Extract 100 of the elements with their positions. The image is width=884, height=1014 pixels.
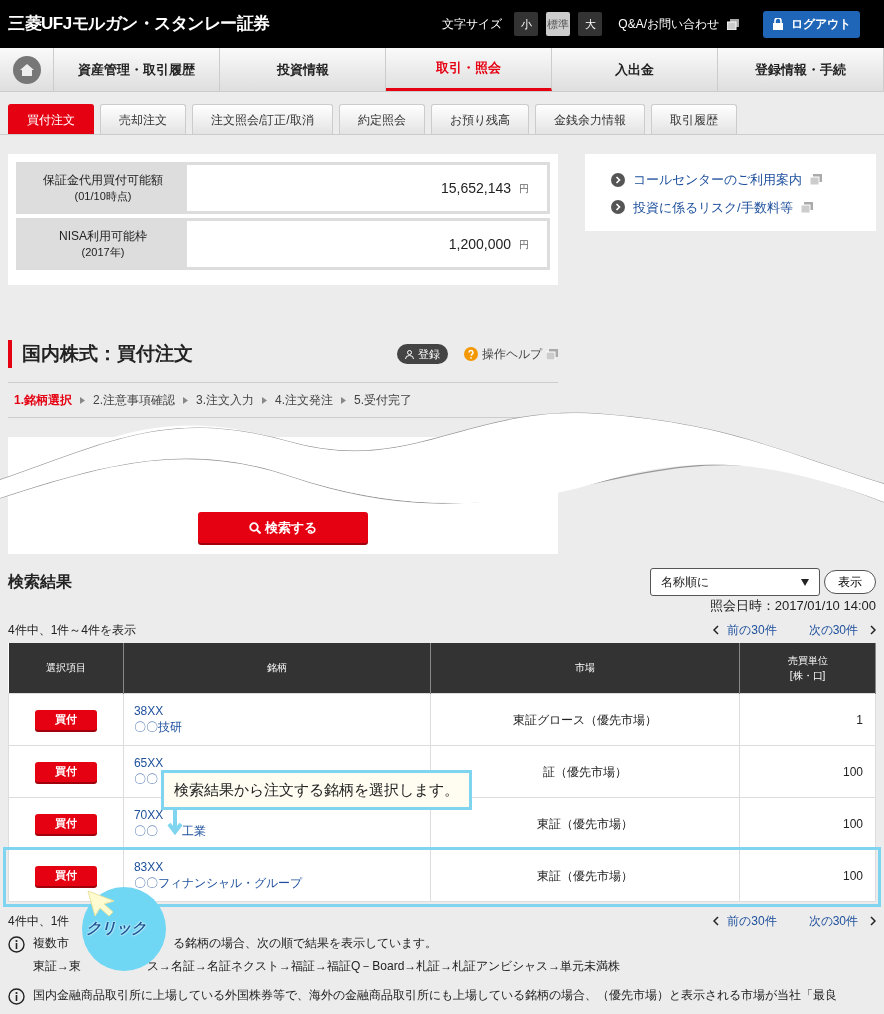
pager-link[interactable]: 前の30件 <box>727 912 777 930</box>
balance-amount: 15,652,143 <box>440 178 511 198</box>
window-icon <box>727 18 739 30</box>
buy-button[interactable]: 買付 <box>34 813 97 834</box>
help-link[interactable]: 操作ヘルプ <box>482 345 542 363</box>
unit-cell: 100 <box>739 849 876 902</box>
note-text: 国内金融商品取引所に上場している外国株券等で、海外の金融商品取引所にも上場している銘柄の場合、（優先市場）と表示される市場が当社「最良 <box>33 986 837 1004</box>
sort-dropdown[interactable]: 名称順に <box>650 568 820 596</box>
stock-code[interactable]: 70XX <box>133 807 429 824</box>
chevron-right-icon <box>611 172 625 187</box>
column-header: 銘柄 <box>123 642 431 694</box>
triangle-right-icon <box>262 396 268 404</box>
sub-tab[interactable]: 注文照会/訂正/取消 <box>192 104 333 134</box>
note-text: る銘柄の場合、次の順で結果を表示しています。 <box>173 935 437 952</box>
nav-tab[interactable]: 投資情報 <box>220 48 386 91</box>
market-cell: 東証グロース（優先市場） <box>430 693 740 746</box>
currency-unit: 円 <box>519 237 529 252</box>
unit-cell: 1 <box>739 693 876 746</box>
search-button[interactable]: 検索する <box>198 512 368 543</box>
cursor-icon <box>86 888 116 917</box>
sub-tab[interactable]: 取引履歴 <box>650 104 737 134</box>
window-icon <box>800 201 813 213</box>
step-label: 4.注文発注 <box>275 392 334 409</box>
callout-box: 検索結果から注文する銘柄を選択します。 <box>161 769 472 810</box>
triangle-right-icon <box>341 396 347 404</box>
home-icon <box>12 55 41 84</box>
nav-tab[interactable]: 入出金 <box>552 48 718 91</box>
note-text: 複数市 <box>33 935 69 952</box>
pager-link[interactable]: 前の30件 <box>727 620 777 639</box>
balance-label: 保証金代用買付可能額 <box>42 172 164 189</box>
triangle-right-icon <box>183 396 189 404</box>
pager-link[interactable]: 次の30件 <box>808 912 858 930</box>
chevron-right-icon <box>870 624 876 635</box>
caret-down-icon <box>801 578 809 586</box>
chevron-left-icon <box>713 916 720 926</box>
info-icon <box>8 987 25 1005</box>
step-label: 1.銘柄選択 <box>14 392 72 409</box>
font-size-button[interactable]: 小 <box>514 12 539 36</box>
balance-label: NISA利用可能枠 <box>58 228 148 245</box>
buy-button[interactable]: 買付 <box>34 709 97 730</box>
sub-tab[interactable]: お預り残高 <box>430 104 529 134</box>
unit-cell: 100 <box>739 745 876 798</box>
result-count: 4件中、1件 <box>8 913 70 930</box>
site-logo: 三菱UFJモルガン・スタンレー証券 <box>8 13 270 36</box>
nav-tab[interactable]: 登録情報・手続 <box>718 48 884 91</box>
chevron-left-icon <box>713 624 720 635</box>
buy-button[interactable]: 買付 <box>34 761 97 782</box>
sub-tab[interactable]: 買付注文 <box>8 104 94 134</box>
help-icon <box>464 347 478 361</box>
font-size-button[interactable]: 標準 <box>546 12 571 36</box>
balance-amount: 1,200,000 <box>448 234 511 254</box>
stock-code[interactable]: 83XX <box>133 859 429 876</box>
stock-name[interactable]: 〇〇フィナンシャル・グループ <box>133 875 302 892</box>
nav-tab[interactable]: 取引・照会 <box>386 48 552 91</box>
note-text: 東証→東 <box>33 957 81 975</box>
chevron-right-icon <box>611 200 625 215</box>
sub-tab[interactable]: 売却注文 <box>100 104 186 134</box>
triangle-right-icon <box>80 396 85 404</box>
balance-note: (01/10時点) <box>73 188 133 204</box>
step-label: 3.注文入力 <box>196 392 255 409</box>
market-cell: 東証（優先市場） <box>430 849 740 902</box>
sub-tab[interactable]: 約定照会 <box>338 104 425 134</box>
result-count: 4件中、1件～4件を表示 <box>8 621 137 639</box>
search-icon <box>249 521 261 534</box>
window-icon <box>810 174 822 186</box>
stock-name[interactable]: 〇〇 <box>133 823 158 840</box>
step-label: 5.受付完了 <box>354 392 413 409</box>
register-badge[interactable]: 登録 <box>397 343 448 365</box>
info-link[interactable]: コールセンターのご利用案内 <box>633 170 802 190</box>
show-button[interactable]: 表示 <box>824 570 876 594</box>
font-size-button[interactable]: 大 <box>578 12 603 36</box>
stock-code[interactable]: 38XX <box>133 703 429 720</box>
buy-button[interactable]: 買付 <box>34 865 97 886</box>
click-label: クリック <box>86 917 146 938</box>
step-label: 2.注意事項確認 <box>93 392 176 409</box>
person-icon <box>405 349 414 359</box>
sub-tab[interactable]: 金銭余力情報 <box>534 104 645 134</box>
currency-unit: 円 <box>519 181 529 196</box>
lock-icon <box>772 18 783 30</box>
nav-tab[interactable]: 資産管理・取引履歴 <box>54 48 220 91</box>
help-link[interactable]: Q&A/お問い合わせ <box>618 15 719 33</box>
stock-name[interactable]: 〇〇技研 <box>133 719 182 736</box>
pager-link[interactable]: 次の30件 <box>808 620 858 639</box>
font-size-label: 文字サイズ <box>442 16 503 33</box>
logout-button[interactable]: ログアウト <box>763 10 860 38</box>
info-icon <box>8 936 25 953</box>
window-icon <box>546 348 558 360</box>
balance-note: (2017年) <box>80 244 126 260</box>
section-title: 検索結果 <box>8 572 72 592</box>
column-header: 選択項目 <box>8 642 124 694</box>
chevron-right-icon <box>870 916 876 926</box>
arrow-down-icon <box>166 807 184 836</box>
stock-code[interactable]: 65XX <box>133 755 429 772</box>
stock-name[interactable]: 〇〇 <box>133 771 158 788</box>
query-timestamp: 照会日時：2017/01/10 14:00 <box>709 597 876 615</box>
note-text: ス→名証→名証ネクスト→福証→福証Q－Board→札証→札証アンビシャス→単元未満株 <box>147 957 621 975</box>
column-header: 市場 <box>430 642 740 694</box>
column-header: 売買単位 [株・口] <box>739 642 876 694</box>
info-link[interactable]: 投資に係るリスク/手数料等 <box>633 197 793 217</box>
stock-name[interactable]: 工業 <box>181 823 206 840</box>
